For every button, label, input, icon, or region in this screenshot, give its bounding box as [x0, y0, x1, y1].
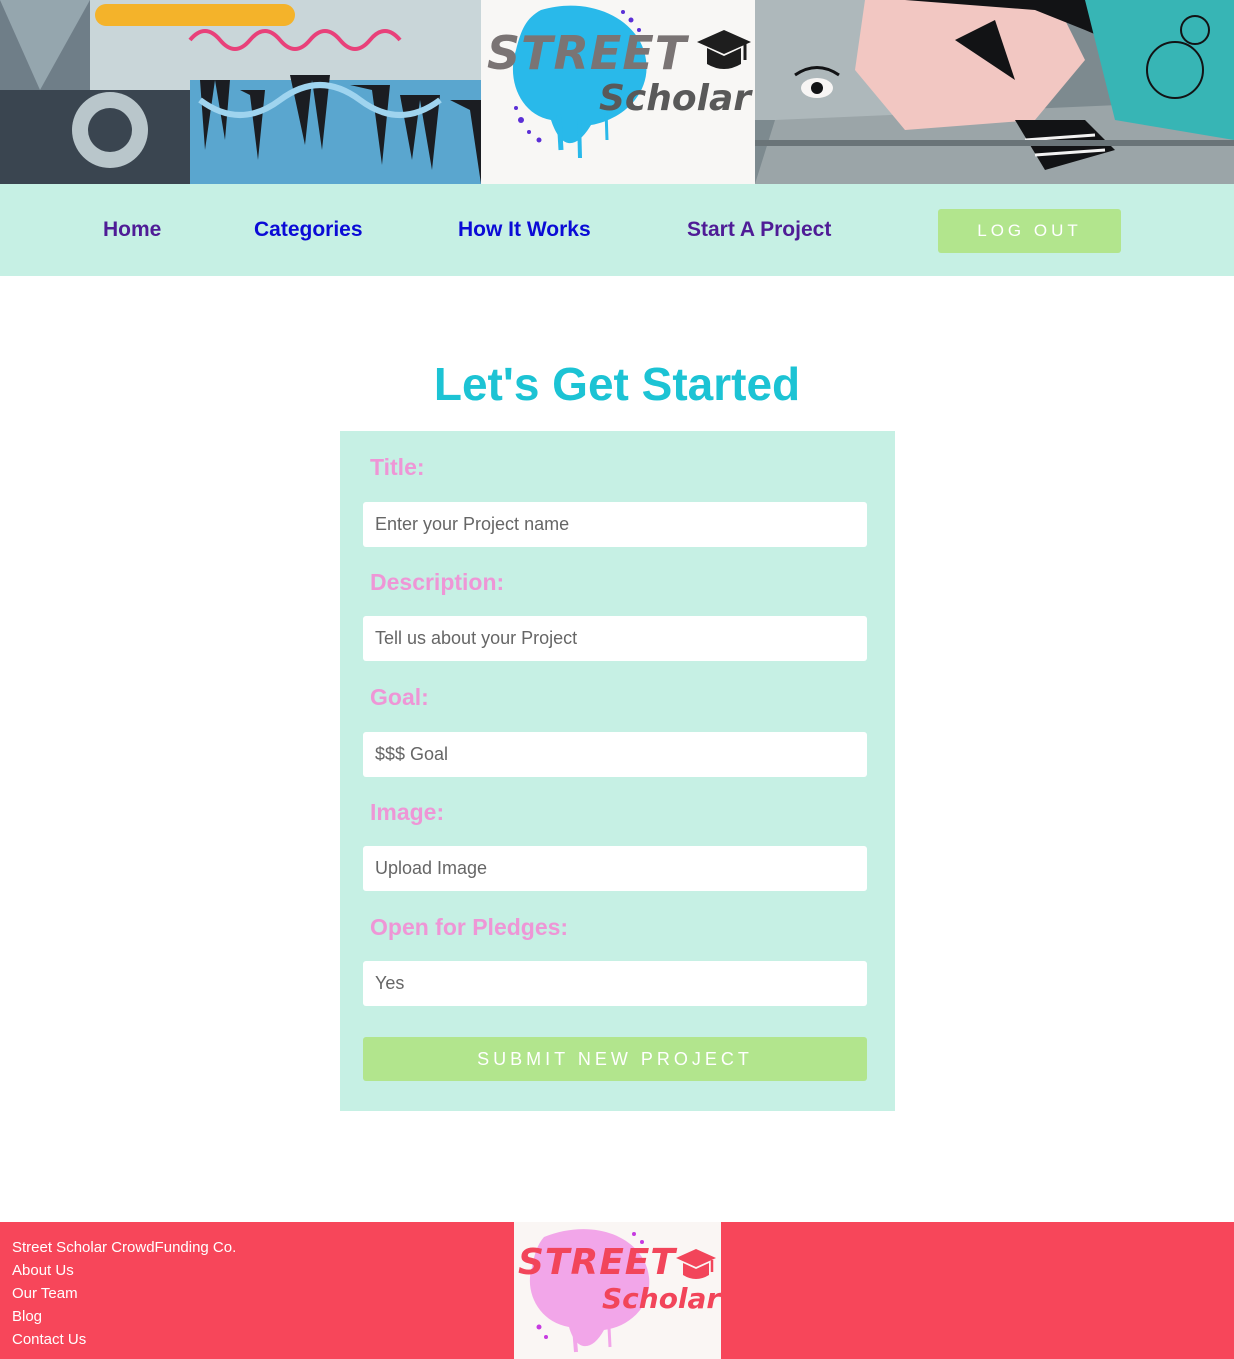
footer-link-about-us[interactable]: About Us	[12, 1259, 236, 1282]
nav-home-link[interactable]: Home	[103, 218, 161, 242]
graffiti-mural-left	[0, 0, 481, 184]
logo-scholar-text: Scholar	[599, 78, 752, 119]
nav-start-project-link[interactable]: Start A Project	[687, 218, 831, 242]
footer-logo[interactable]: STREET Scholar	[514, 1222, 721, 1359]
footer-link-our-team[interactable]: Our Team	[12, 1282, 236, 1305]
logo-street-text: STREET	[487, 26, 688, 80]
new-project-form: Title: Description: Goal: Image: Open fo…	[340, 431, 895, 1111]
goal-label: Goal:	[370, 684, 429, 710]
footer-logo-street-text: STREET	[518, 1242, 676, 1283]
title-input[interactable]	[363, 502, 867, 547]
page-title: Let's Get Started	[433, 358, 801, 410]
open-for-pledges-label: Open for Pledges:	[370, 914, 569, 940]
title-label: Title:	[370, 454, 425, 480]
nav-categories-link[interactable]: Categories	[254, 218, 363, 242]
graduation-cap-icon	[695, 26, 753, 83]
description-input[interactable]	[363, 616, 867, 661]
image-input[interactable]	[363, 846, 867, 891]
footer-link-blog[interactable]: Blog	[12, 1305, 236, 1328]
footer-links: Street Scholar CrowdFunding Co. About Us…	[12, 1236, 236, 1351]
site-logo[interactable]: STREET Scholar	[481, 0, 755, 184]
footer-graduation-cap-icon	[674, 1246, 718, 1291]
footer-link-contact-us[interactable]: Contact Us	[12, 1328, 236, 1351]
goal-input[interactable]	[363, 732, 867, 777]
description-label: Description:	[370, 569, 505, 595]
nav-how-it-works-link[interactable]: How It Works	[458, 218, 591, 242]
submit-project-button[interactable]: SUBMIT NEW PROJECT	[363, 1037, 867, 1081]
header-banner: STREET Scholar	[0, 0, 1234, 184]
main-nav: Home Categories How It Works Start A Pro…	[0, 184, 1234, 276]
footer-company-name: Street Scholar CrowdFunding Co.	[12, 1239, 237, 1256]
site-footer: Street Scholar CrowdFunding Co. About Us…	[0, 1222, 1234, 1359]
graffiti-mural-right	[755, 0, 1234, 184]
logout-button[interactable]: LOG OUT	[938, 209, 1121, 253]
open-for-pledges-input[interactable]	[363, 961, 867, 1006]
image-label: Image:	[370, 799, 445, 825]
